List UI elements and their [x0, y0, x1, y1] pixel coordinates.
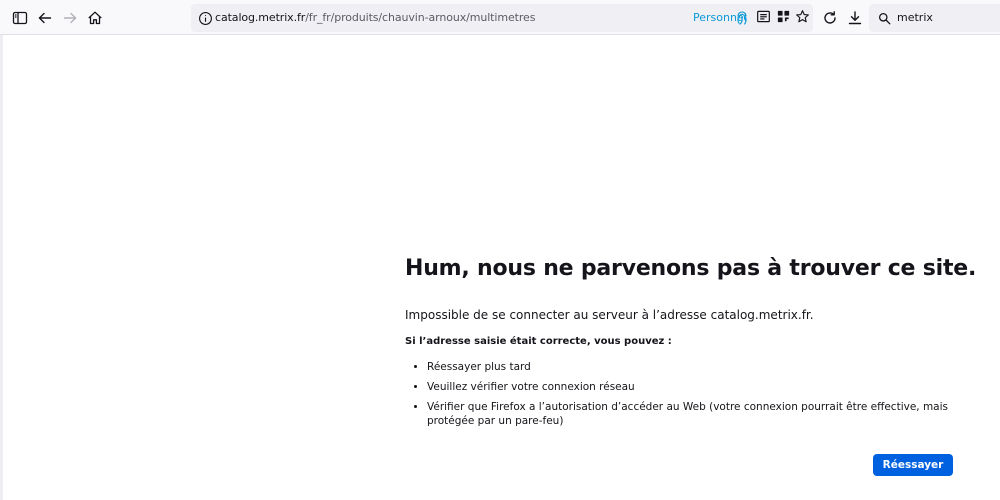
bookmark-button[interactable] — [792, 8, 812, 28]
search-bar[interactable]: metrix — [869, 4, 1000, 32]
search-icon — [876, 10, 892, 26]
error-subheading: Si l’adresse saisie était correcte, vous… — [405, 336, 672, 347]
bookmark-star-icon — [795, 9, 810, 28]
error-description: Impossible de se connecter au serveur à … — [405, 308, 814, 322]
download-icon — [847, 10, 863, 26]
info-icon[interactable] — [197, 10, 213, 26]
forward-button[interactable] — [58, 6, 82, 30]
extensions-button[interactable] — [773, 8, 793, 28]
browser-toolbar: catalog.metrix.fr/fr_fr/produits/chauvin… — [0, 0, 1000, 35]
suggestion-list: Réessayer plus tard Veuillez vérifier vo… — [405, 360, 960, 428]
list-item: Vérifier que Firefox a l’autorisation d’… — [427, 400, 960, 428]
home-icon — [87, 10, 103, 26]
reader-mode-icon — [756, 9, 771, 28]
back-button[interactable] — [33, 6, 57, 30]
downloads-button[interactable] — [843, 6, 867, 30]
forward-arrow-icon — [62, 10, 78, 26]
list-item: Réessayer plus tard — [427, 360, 960, 374]
fingerprint-icon[interactable] — [735, 10, 749, 26]
url-text[interactable]: catalog.metrix.fr/fr_fr/produits/chauvin… — [215, 11, 535, 24]
url-path: /fr_fr/produits/chauvin-arnoux/multimetr… — [305, 11, 536, 24]
url-host: catalog.metrix.fr — [215, 11, 306, 24]
sidebar-toggle-button[interactable] — [8, 6, 32, 30]
url-bar[interactable]: catalog.metrix.fr/fr_fr/produits/chauvin… — [191, 4, 813, 32]
list-item: Veuillez vérifier votre connexion réseau — [427, 380, 960, 394]
reader-mode-button[interactable] — [753, 8, 773, 28]
retry-button[interactable]: Réessayer — [873, 454, 953, 476]
sidebar-icon — [12, 10, 28, 26]
extensions-icon — [776, 9, 791, 28]
error-page: Hum, nous ne parvenons pas à trouver ce … — [405, 252, 977, 434]
back-arrow-icon — [37, 10, 53, 26]
reload-icon — [822, 10, 838, 26]
search-input[interactable]: metrix — [897, 11, 933, 24]
reload-button[interactable] — [818, 6, 842, 30]
error-title: Hum, nous ne parvenons pas à trouver ce … — [405, 256, 977, 281]
home-button[interactable] — [83, 6, 107, 30]
sidebar-edge — [0, 35, 3, 500]
